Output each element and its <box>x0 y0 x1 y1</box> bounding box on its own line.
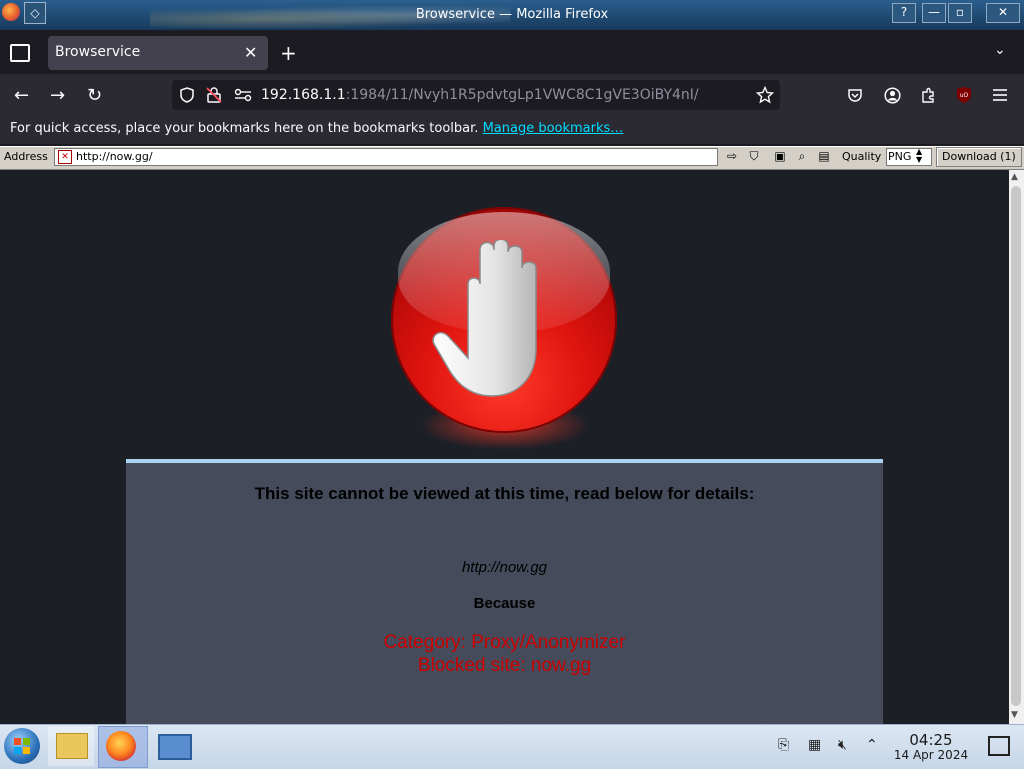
url-path: :1984/11/Nvyh1R5pdvtgLp1VWC8C1gVE3OiBY4n… <box>345 87 699 103</box>
lock-slash-icon[interactable] <box>206 86 222 104</box>
account-icon[interactable] <box>884 87 901 104</box>
blocked-site: Blocked site: now.gg <box>417 655 592 676</box>
window-title: Browservice — Mozilla Firefox <box>415 7 609 22</box>
shield-icon[interactable] <box>179 87 195 103</box>
address-field[interactable] <box>54 148 718 166</box>
clipboard-icon[interactable]: ▤ <box>816 148 832 164</box>
download-label: Download (1) <box>942 150 1016 163</box>
url-text[interactable]: 192.168.1.1:1984/11/Nvyh1R5pdvtgLp1VWC8C… <box>261 87 699 103</box>
star-icon[interactable] <box>756 86 774 104</box>
bookmark-icon[interactable]: ⛉ <box>746 148 762 164</box>
firefox-view-icon[interactable] <box>10 44 30 62</box>
address-value[interactable]: http://now.gg/ <box>76 150 153 163</box>
volume-muted-icon[interactable]: 🔇︎ <box>838 737 847 753</box>
list-tabs-button[interactable]: ⌄ <box>994 42 1006 58</box>
quality-spinner-icon[interactable]: ▲ ▼ <box>916 148 922 164</box>
ublock-icon[interactable]: uO <box>956 86 972 104</box>
windows-logo-icon <box>14 738 30 754</box>
hand-icon <box>432 240 537 397</box>
blocked-url: http://now.gg <box>461 559 548 576</box>
manage-bookmarks-link[interactable]: Manage bookmarks… <box>483 121 624 136</box>
new-tab-button[interactable]: + <box>280 41 297 65</box>
maximize-button[interactable]: ▫ <box>948 3 972 23</box>
menu-icon[interactable] <box>992 88 1008 102</box>
show-desktop-icon[interactable] <box>988 736 1010 756</box>
permissions-icon[interactable] <box>234 88 252 102</box>
scroll-down-icon[interactable]: ▼ <box>1011 710 1018 720</box>
svg-text:uO: uO <box>960 92 969 99</box>
tab-close-icon[interactable]: ✕ <box>244 43 257 62</box>
network-settings-icon <box>158 734 192 760</box>
clipboard-tray-icon[interactable]: ⎘ <box>778 737 789 753</box>
block-category: Category: Proxy/Anonymizer <box>383 632 626 653</box>
battery-tray-icon[interactable]: ▦ <box>808 737 821 753</box>
reload-button[interactable]: ↻ <box>87 85 102 106</box>
url-host: 192.168.1.1 <box>261 87 346 103</box>
pocket-icon[interactable] <box>847 87 863 103</box>
bookmarks-hint: For quick access, place your bookmarks h… <box>10 121 483 136</box>
tab-title: Browservice <box>55 44 141 60</box>
scroll-up-icon[interactable]: ▲ <box>1011 172 1018 182</box>
bookmarks-message: For quick access, place your bookmarks h… <box>10 121 623 136</box>
insecure-icon: ✕ <box>58 150 72 164</box>
clock-time[interactable]: 04:25 <box>896 731 966 749</box>
go-icon[interactable]: ⇨ <box>724 148 740 164</box>
clipboard-copy-icon[interactable]: ▣ <box>772 148 788 164</box>
scrollbar-thumb[interactable] <box>1011 186 1021 706</box>
quality-label: Quality <box>842 150 882 163</box>
minimize-button[interactable]: — <box>922 3 946 23</box>
block-heading: This site cannot be viewed at this time,… <box>254 484 755 503</box>
help-button[interactable]: ? <box>892 3 916 23</box>
extensions-icon[interactable] <box>920 87 937 104</box>
firefox-icon <box>106 731 136 761</box>
address-label: Address <box>4 150 48 163</box>
back-button[interactable]: ← <box>14 85 29 106</box>
tray-expand-icon[interactable]: ⌃ <box>866 737 878 753</box>
forward-button[interactable]: → <box>50 85 65 106</box>
find-icon[interactable]: ⌕ <box>794 148 810 164</box>
quality-value: PNG <box>888 150 912 163</box>
file-manager-icon <box>56 733 88 759</box>
clock-date[interactable]: 14 Apr 2024 <box>890 748 972 762</box>
close-window-button[interactable]: ✕ <box>986 3 1020 23</box>
because-label: Because <box>473 595 536 612</box>
